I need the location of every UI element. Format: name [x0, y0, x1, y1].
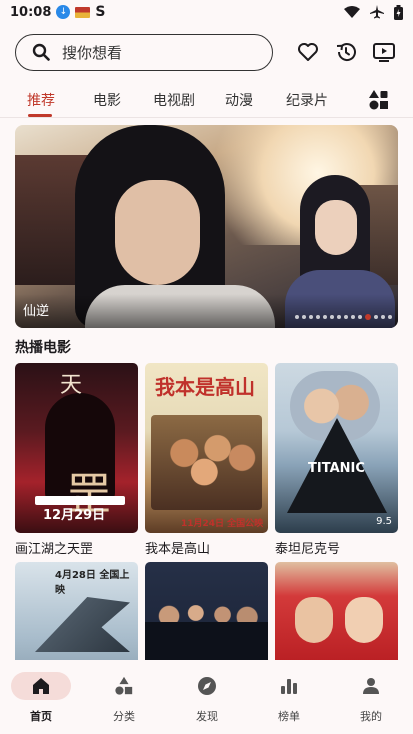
- app-s-icon: S: [95, 4, 106, 20]
- movie-poster[interactable]: 天 罡 12月29日: [15, 363, 138, 533]
- tv-play-icon: [373, 43, 395, 62]
- movie-card[interactable]: 我本是高山 11月24日 全国公映 我本是高山: [145, 363, 268, 557]
- status-time: 10:08: [10, 4, 52, 20]
- home-icon: [33, 678, 49, 694]
- category-icon: [115, 676, 133, 695]
- movie-poster[interactable]: 我本是高山 11月24日 全国公映: [145, 363, 268, 533]
- nav-category[interactable]: 分类: [94, 672, 154, 724]
- poster-date: 12月29日: [43, 508, 106, 523]
- movie-card[interactable]: 天 罡 12月29日 画江湖之天罡: [15, 363, 138, 557]
- download-icon: ↓: [56, 5, 71, 19]
- battery-icon: [394, 4, 403, 20]
- chart-icon: [281, 679, 297, 694]
- banner-pagination: [295, 314, 392, 320]
- nav-label: 我的: [360, 710, 382, 723]
- tab-tv-series[interactable]: 电视剧: [153, 90, 195, 110]
- movie-title: 泰坦尼克号: [275, 542, 341, 557]
- nav-label: 分类: [113, 710, 135, 723]
- movie-title: 我本是高山: [145, 542, 211, 557]
- nav-profile[interactable]: 我的: [341, 672, 401, 724]
- cast-button[interactable]: [372, 40, 396, 64]
- section-title: 热播电影: [15, 340, 71, 356]
- bottom-navigation: 首页 分类 发现 榜单 我的: [0, 660, 413, 734]
- poster-date: 11月24日 全国公映: [181, 519, 264, 529]
- favorites-button[interactable]: [296, 40, 320, 64]
- tabs-divider: [0, 117, 413, 118]
- person-icon: [363, 678, 379, 694]
- nav-label: 榜单: [278, 710, 300, 723]
- heart-icon: [298, 43, 318, 61]
- tab-anime[interactable]: 动漫: [225, 90, 253, 110]
- nav-ranking[interactable]: 榜单: [259, 672, 319, 724]
- banner-title: 仙逆: [23, 304, 50, 319]
- wifi-icon: [344, 5, 360, 18]
- all-categories-icon[interactable]: [368, 89, 390, 111]
- movie-card[interactable]: TITANIC 9.5 泰坦尼克号: [275, 363, 398, 557]
- rating-badge: 9.5: [376, 516, 392, 527]
- search-icon: [32, 43, 50, 61]
- nav-discover[interactable]: 发现: [177, 672, 237, 724]
- nav-home[interactable]: 首页: [11, 672, 71, 724]
- airplane-icon: [370, 5, 384, 19]
- featured-banner[interactable]: 仙逆: [15, 125, 398, 328]
- movie-poster[interactable]: TITANIC 9.5: [275, 363, 398, 533]
- movie-title: 画江湖之天罡: [15, 542, 94, 557]
- nav-label: 首页: [30, 710, 52, 723]
- poster-date: 4月28日 全国上映: [55, 570, 130, 596]
- tab-recommend[interactable]: 推荐: [27, 90, 55, 110]
- search-placeholder: 搜你想看: [62, 43, 123, 62]
- poster-title: 我本是高山: [155, 375, 255, 399]
- search-input[interactable]: 搜你想看: [15, 33, 273, 71]
- notification-app-icon: [75, 6, 91, 18]
- history-icon: [336, 43, 356, 61]
- tab-movies[interactable]: 电影: [93, 90, 121, 110]
- tab-documentary[interactable]: 纪录片: [286, 90, 328, 110]
- category-tabs: 推荐 电影 电视剧 动漫 纪录片: [0, 82, 413, 118]
- poster-title: TITANIC: [308, 461, 365, 476]
- history-button[interactable]: [334, 40, 358, 64]
- search-row: 搜你想看: [15, 33, 398, 71]
- compass-icon: [198, 677, 216, 695]
- status-bar: 10:08 ↓ S: [0, 0, 413, 24]
- nav-label: 发现: [196, 710, 218, 723]
